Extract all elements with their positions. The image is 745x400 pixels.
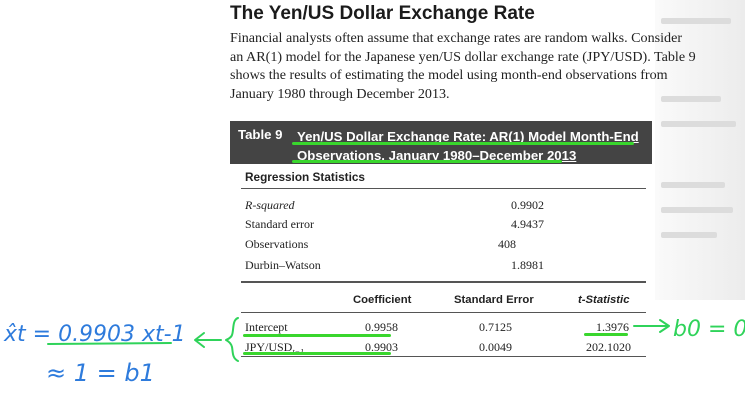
handwritten-annotations: x̂t = 0.9903 xt-1 ≈ 1 = b1 b0 = 0 (3, 317, 745, 387)
handwritten-approx: ≈ 1 = b1 (46, 359, 155, 387)
handwritten-b0-note: b0 = 0 (673, 317, 745, 342)
bracket-mark (225, 317, 239, 362)
arrow-right-mark (633, 319, 670, 333)
handwritten-equation: x̂t = 0.9903 xt-1 (3, 322, 186, 347)
arrow-left-mark (194, 332, 222, 348)
